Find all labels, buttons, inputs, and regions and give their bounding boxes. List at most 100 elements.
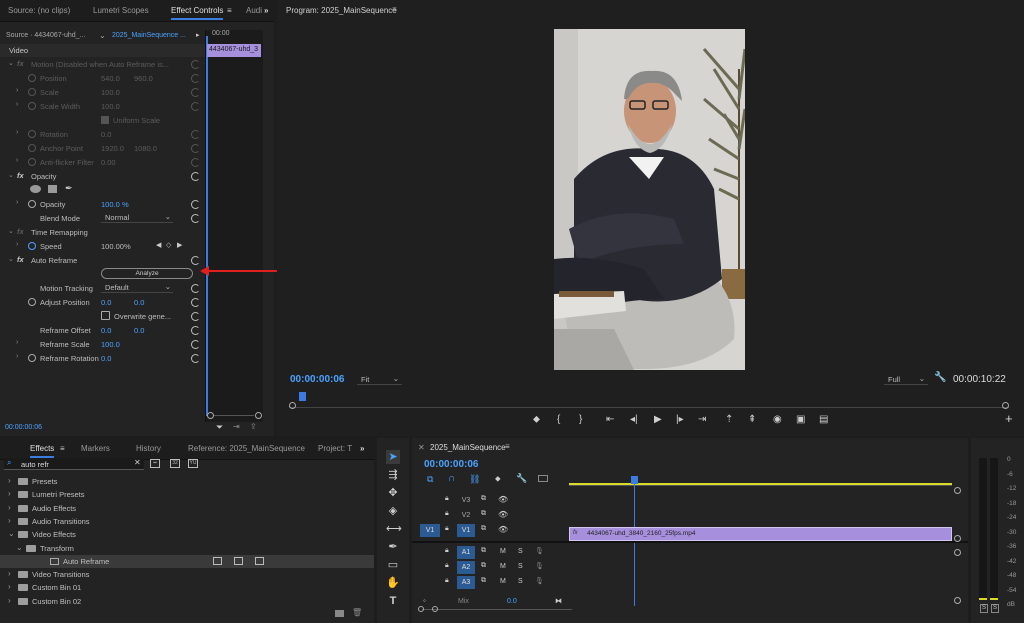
mix-value[interactable]: 0.0: [507, 598, 517, 605]
go-to-in-icon[interactable]: ⇤: [606, 414, 614, 425]
stopwatch-icon[interactable]: [28, 144, 36, 152]
chevron-right-icon[interactable]: ›: [16, 339, 18, 346]
filter-icon[interactable]: ⏷: [216, 422, 223, 433]
lock-icon[interactable]: 🔒︎: [445, 577, 449, 585]
export-icon[interactable]: ⇪: [250, 422, 257, 431]
reset-icon[interactable]: [191, 74, 200, 83]
timeline-timecode[interactable]: 00:00:00:06: [424, 459, 478, 470]
reset-icon[interactable]: [191, 158, 200, 167]
pen-mask-icon[interactable]: ✒: [65, 183, 73, 194]
mark-out-icon[interactable]: }: [579, 414, 582, 425]
effects-tree-item[interactable]: › Lumetri Presets: [0, 488, 374, 501]
h-scroll-handle-left[interactable]: [418, 606, 424, 612]
timeline-playhead-line[interactable]: [634, 484, 635, 606]
effect-zoom-handle-right[interactable]: [255, 412, 262, 419]
add-marker-icon[interactable]: ⬥: [495, 474, 501, 484]
timeline-settings-icon[interactable]: 🔧: [516, 473, 527, 484]
stopwatch-icon[interactable]: [28, 298, 36, 306]
toggle-sync-icon[interactable]: ⧉: [481, 525, 486, 533]
effect-controls-timecode[interactable]: 00:00:00:06: [5, 424, 42, 431]
sync-lock-icon[interactable]: ⧉: [481, 577, 486, 585]
mute-button[interactable]: M: [500, 578, 506, 585]
effects-tree-item[interactable]: Auto Reframe: [0, 554, 374, 568]
h-scroll-handle-mid[interactable]: [432, 606, 438, 612]
sequence-tab[interactable]: 2025_MainSequence: [430, 443, 506, 452]
anchor-y-value[interactable]: 1080.0: [134, 144, 157, 153]
track-select-tool-icon[interactable]: ⇶: [386, 468, 400, 482]
stopwatch-icon[interactable]: [28, 242, 36, 250]
insert-icon[interactable]: ▣: [796, 414, 805, 425]
slip-tool-icon[interactable]: ⟷: [386, 522, 402, 536]
solo-button[interactable]: S: [518, 548, 523, 555]
extract-icon[interactable]: ⇞: [748, 414, 756, 425]
stopwatch-icon[interactable]: [28, 130, 36, 138]
sync-lock-icon[interactable]: ⧉: [481, 547, 486, 555]
chevron-down-icon[interactable]: ⌄: [8, 171, 14, 179]
effects-tree-item[interactable]: ⌄ Transform: [0, 542, 374, 555]
chevron-down-icon[interactable]: ⌄: [8, 227, 14, 235]
32bit-effects-icon[interactable]: 32: [170, 459, 180, 468]
linked-selection-icon[interactable]: ⛓: [469, 474, 480, 485]
wrench-icon[interactable]: 🔧: [934, 372, 946, 383]
tab-source[interactable]: Source: (no clips): [8, 6, 70, 15]
reset-icon[interactable]: [191, 172, 200, 181]
nest-icon[interactable]: ⧉: [427, 474, 433, 485]
tab-effect-controls[interactable]: Effect Controls: [171, 6, 224, 20]
chevron-right-icon[interactable]: ›: [8, 516, 11, 525]
chevron-right-icon[interactable]: ›: [16, 101, 18, 108]
lock-icon[interactable]: 🔒︎: [445, 547, 449, 555]
chevron-right-icon[interactable]: ›: [16, 199, 18, 206]
mute-button[interactable]: M: [500, 548, 506, 555]
sequence-selector[interactable]: 2025_MainSequence ...: [112, 32, 186, 39]
more-tabs-icon[interactable]: »: [264, 6, 268, 15]
tab-history[interactable]: History: [136, 444, 161, 453]
program-current-timecode[interactable]: 00:00:00:06: [290, 374, 344, 385]
toggle-sync-icon[interactable]: ⧉: [481, 510, 486, 518]
reset-icon[interactable]: [191, 144, 200, 153]
tab-reference[interactable]: Reference: 2025_MainSequence: [188, 444, 305, 453]
ellipse-mask-icon[interactable]: [30, 185, 41, 193]
captions-icon[interactable]: [538, 475, 548, 482]
quality-dropdown[interactable]: Full ⌄: [884, 373, 928, 385]
anchor-x-value[interactable]: 1920.0: [101, 144, 124, 153]
voice-over-mic-icon[interactable]: 🎙︎: [535, 547, 544, 555]
effect-playhead[interactable]: [206, 36, 208, 416]
effect-zoom-handle-left[interactable]: [207, 412, 214, 419]
reframe-offset-y[interactable]: 0.0: [134, 326, 144, 335]
go-to-out-icon[interactable]: ⇥: [698, 414, 706, 425]
timeline-clip[interactable]: fx 4434067-uhd_3840_2160_25fps.mp4: [569, 527, 952, 541]
effects-tree-item[interactable]: › Audio Transitions: [0, 515, 374, 528]
timeline-playhead-head[interactable]: [631, 476, 638, 484]
voice-over-mic-icon[interactable]: 🎙︎: [535, 562, 544, 570]
fx-icon[interactable]: fx: [17, 171, 24, 180]
lock-icon[interactable]: 🔒︎: [445, 562, 449, 570]
chevron-down-icon[interactable]: ⌄: [8, 59, 14, 67]
lock-icon[interactable]: 🔒︎: [445, 495, 449, 503]
fit-dropdown[interactable]: Fit ⌄: [357, 373, 402, 385]
chevron-down-icon[interactable]: ⌄: [99, 31, 106, 40]
chevron-right-icon[interactable]: ›: [8, 569, 11, 578]
mark-in-icon[interactable]: {: [557, 414, 560, 425]
effects-tree-item[interactable]: › Presets: [0, 475, 374, 488]
stopwatch-icon[interactable]: [28, 102, 36, 110]
chevron-down-icon[interactable]: ⌄: [16, 543, 23, 552]
chevron-right-icon[interactable]: ›: [8, 503, 11, 512]
vscroll-handle-audio-bottom[interactable]: [954, 597, 961, 604]
eye-icon[interactable]: 👁︎: [498, 525, 508, 534]
reset-icon[interactable]: [191, 284, 200, 293]
effects-tree-item[interactable]: › Audio Effects: [0, 502, 374, 515]
opacity-section-row[interactable]: ⌄ fx Opacity: [0, 170, 205, 183]
solo-right-button[interactable]: S: [991, 604, 999, 613]
motion-tracking-dropdown[interactable]: Default ⌄: [101, 282, 173, 293]
program-title[interactable]: Program: 2025_MainSequence: [286, 6, 397, 15]
anti-flicker-value[interactable]: 0.00: [101, 158, 116, 167]
track-target[interactable]: V2: [457, 509, 475, 522]
effects-tree-item[interactable]: ⌄ Video Effects: [0, 528, 374, 541]
panel-menu-icon[interactable]: ≡: [227, 6, 232, 15]
video-frame[interactable]: [554, 29, 745, 370]
reset-icon[interactable]: [191, 340, 200, 349]
tab-audio[interactable]: Audi: [246, 6, 262, 15]
export-frame-icon[interactable]: ◉: [773, 414, 782, 425]
next-keyframe-icon[interactable]: ▶: [177, 241, 182, 249]
eye-icon[interactable]: 👁︎: [498, 495, 508, 504]
